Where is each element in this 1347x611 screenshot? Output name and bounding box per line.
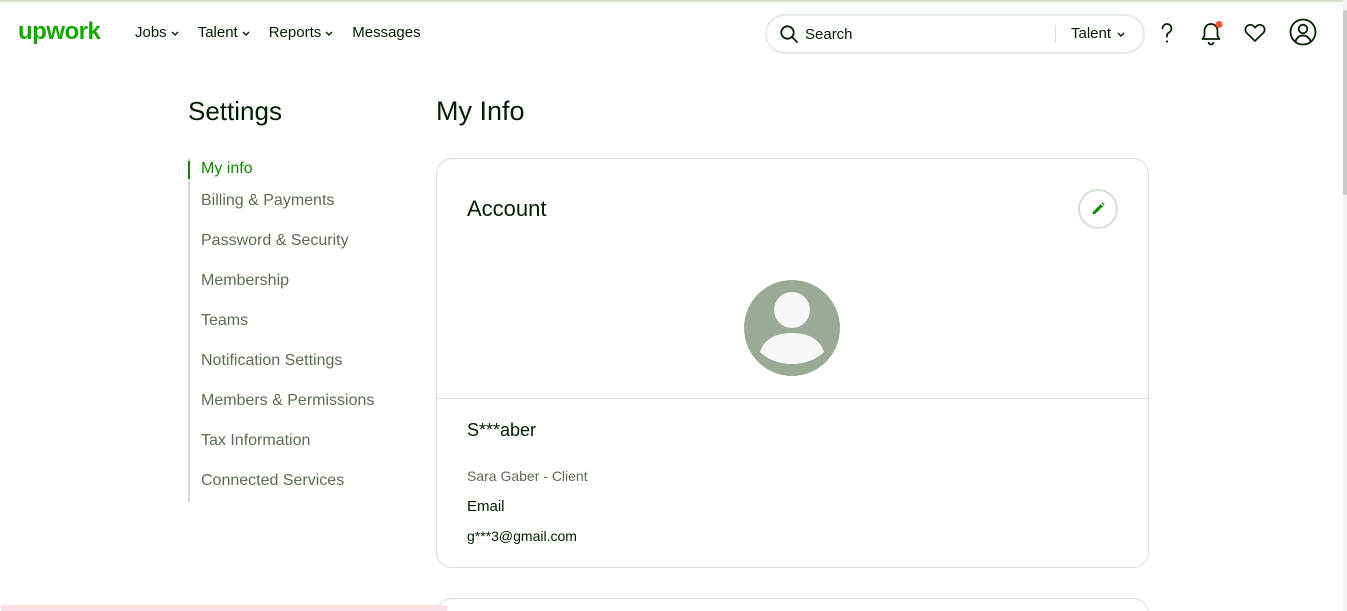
chevron-down-icon: [171, 31, 179, 36]
search-divider: [1055, 25, 1056, 43]
help-icon[interactable]: [1154, 20, 1180, 46]
nav-talent-label: Talent: [197, 24, 238, 41]
bottom-banner-edge: [0, 605, 448, 611]
search-input[interactable]: [805, 22, 1045, 46]
account-name: S***aber: [467, 420, 537, 440]
top-header: upwork Jobs Talent Reports Messages Tale…: [0, 2, 1343, 64]
pencil-icon: [1092, 202, 1105, 215]
sidebar-item-my-info[interactable]: My info: [201, 160, 253, 178]
sidebar-item-members-permissions[interactable]: Members & Permissions: [201, 392, 374, 410]
account-role: Sara Gaber - Client: [467, 468, 588, 484]
account-card-title: Account: [467, 196, 547, 221]
nav-jobs-label: Jobs: [135, 24, 167, 41]
email-value: g***3@gmail.com: [467, 528, 577, 544]
nav-talent[interactable]: Talent: [198, 24, 251, 41]
search-icon[interactable]: [779, 24, 799, 44]
card-divider: [437, 398, 1148, 399]
account-card: Account S***aber Sara Gaber - Client Ema…: [436, 158, 1149, 568]
settings-title: Settings: [188, 96, 282, 126]
nav-messages[interactable]: Messages: [352, 24, 420, 41]
sidebar-item-password-security[interactable]: Password & Security: [201, 232, 349, 250]
notification-dot: [1215, 21, 1223, 28]
search-scope-label: Talent: [1071, 25, 1112, 42]
upwork-logo[interactable]: upwork: [18, 18, 101, 46]
search-scope-dropdown[interactable]: Talent: [1071, 25, 1126, 42]
nav-reports-label: Reports: [268, 24, 322, 41]
sidebar-item-notification-settings[interactable]: Notification Settings: [201, 352, 342, 370]
active-indicator: [188, 161, 190, 179]
sidebar-item-tax-information[interactable]: Tax Information: [201, 432, 310, 450]
email-label: Email: [467, 498, 505, 515]
settings-sidebar-nav: My info Billing & Payments Password & Se…: [188, 158, 388, 502]
heart-icon[interactable]: [1242, 20, 1268, 46]
sidebar-item-connected-services[interactable]: Connected Services: [201, 472, 344, 490]
main-nav: Jobs Talent Reports Messages: [135, 24, 439, 41]
nav-reports[interactable]: Reports: [269, 24, 335, 41]
chevron-down-icon: [325, 31, 333, 36]
next-card: [436, 598, 1149, 611]
chevron-down-icon: [1117, 32, 1125, 37]
profile-avatar: [744, 280, 840, 376]
sidebar-item-teams[interactable]: Teams: [201, 312, 248, 330]
page-title: My Info: [436, 96, 525, 126]
sidebar-item-billing-payments[interactable]: Billing & Payments: [201, 192, 334, 210]
sidebar-item-membership[interactable]: Membership: [201, 272, 289, 290]
edit-account-button[interactable]: [1078, 189, 1118, 229]
chevron-down-icon: [242, 31, 250, 36]
nav-jobs[interactable]: Jobs: [135, 24, 180, 41]
page-scrollbar-thumb[interactable]: [1343, 10, 1347, 195]
notification-bell-icon[interactable]: [1198, 20, 1224, 46]
search-bar: Talent: [765, 14, 1145, 54]
nav-messages-label: Messages: [352, 24, 421, 41]
user-account-icon[interactable]: [1289, 18, 1317, 46]
